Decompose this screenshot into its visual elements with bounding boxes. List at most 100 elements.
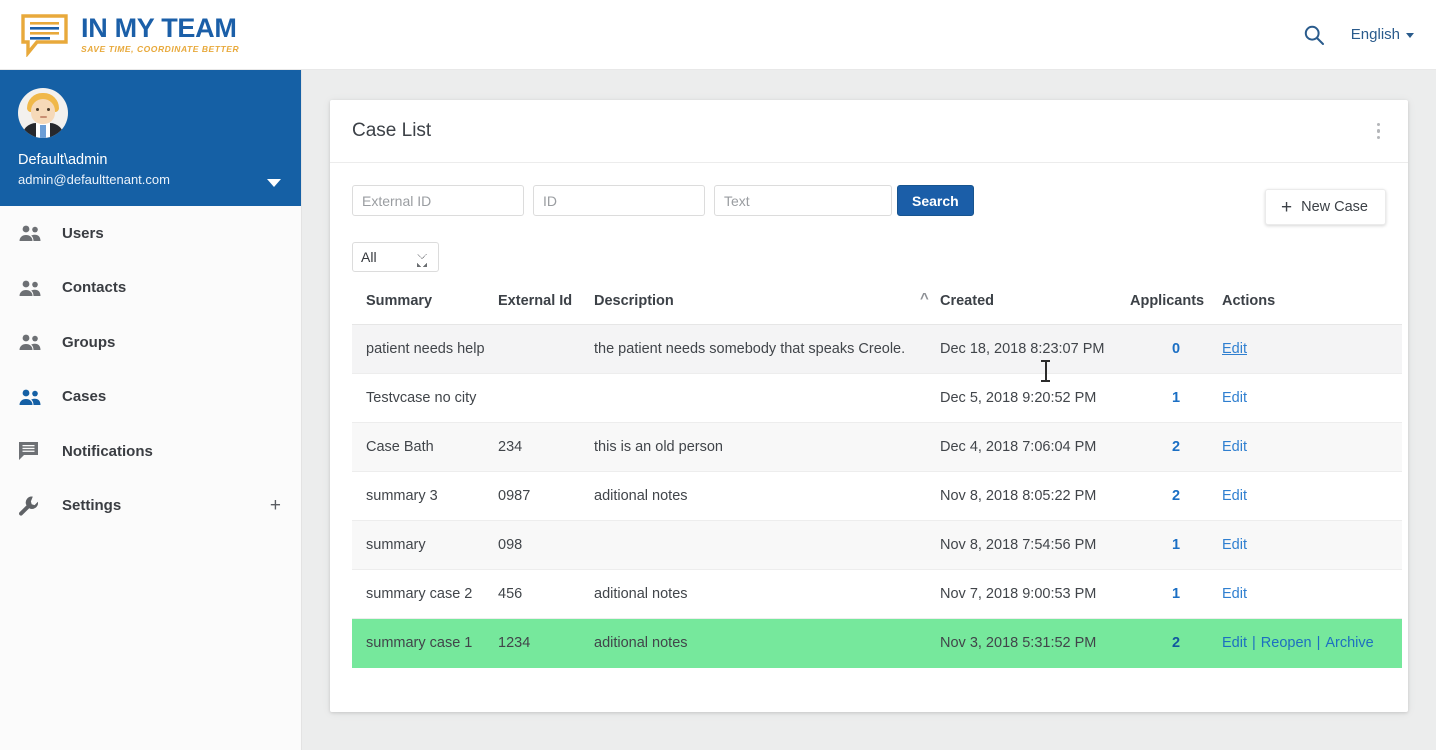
cell-created: Dec 18, 2018 8:23:07 PM <box>940 324 1130 374</box>
cell-description: aditional notes <box>594 618 940 668</box>
column-header-created[interactable]: ^ Created <box>920 290 1130 325</box>
column-header-actions: Actions <box>1222 293 1402 325</box>
cell-applicants: 1 <box>1130 520 1222 570</box>
sidebar-item-contacts[interactable]: Contacts <box>0 261 301 316</box>
search-icon[interactable] <box>1303 24 1325 46</box>
edit-link[interactable]: Edit <box>1222 537 1247 553</box>
new-case-label: New Case <box>1301 199 1368 215</box>
cell-applicants: 0 <box>1130 324 1222 374</box>
search-button[interactable]: Search <box>897 185 974 216</box>
new-case-button[interactable]: + New Case <box>1265 189 1386 225</box>
cell-summary: summary 3 <box>352 471 498 521</box>
logo-wordmark: IN MY TEAM <box>81 13 237 44</box>
case-table: Summary External Id Description ^ Create… <box>352 290 1402 668</box>
applicants-link[interactable]: 2 <box>1172 439 1180 455</box>
external-id-input[interactable] <box>352 185 524 216</box>
case-list-card: Case List Search + New Case All Summary … <box>330 100 1408 712</box>
cell-actions: Edit <box>1222 520 1402 570</box>
applicants-link[interactable]: 1 <box>1172 586 1180 602</box>
cell-summary: patient needs help <box>352 324 498 374</box>
cell-description: the patient needs somebody that speaks C… <box>594 324 940 374</box>
cell-description: this is an old person <box>594 422 940 472</box>
cell-created: Dec 5, 2018 9:20:52 PM <box>940 373 1130 423</box>
sidebar-item-label: Contacts <box>62 279 127 297</box>
applicants-link[interactable]: 1 <box>1172 537 1180 553</box>
cell-description: aditional notes <box>594 569 940 619</box>
cell-applicants: 2 <box>1130 618 1222 668</box>
user-name: Default\admin <box>18 152 108 168</box>
edit-link[interactable]: Edit <box>1222 586 1247 602</box>
text-input[interactable] <box>714 185 892 216</box>
sidebar-item-label: Cases <box>62 388 107 406</box>
page-title: Case List <box>352 120 432 141</box>
kebab-menu-icon[interactable] <box>1371 117 1387 146</box>
chevron-down-icon[interactable] <box>267 179 281 187</box>
cell-created: Dec 4, 2018 7:06:04 PM <box>940 422 1130 472</box>
logo-tagline: SAVE TIME, COORDINATE BETTER <box>81 44 240 55</box>
cell-created: Nov 7, 2018 9:00:53 PM <box>940 569 1130 619</box>
column-header-external-id[interactable]: External Id <box>498 293 594 325</box>
sidebar-item-settings[interactable]: Settings + <box>0 479 301 534</box>
table-row[interactable]: summary 3 0987 aditional notes Nov 8, 20… <box>352 471 1402 521</box>
wrench-icon <box>18 495 48 517</box>
cell-external-id <box>498 324 594 374</box>
cell-actions: Edit <box>1222 373 1402 423</box>
column-header-summary[interactable]: Summary <box>352 293 498 325</box>
cell-applicants: 1 <box>1130 373 1222 423</box>
cell-actions: Edit <box>1222 324 1402 374</box>
sidebar-item-label: Settings <box>62 497 122 515</box>
status-filter-select[interactable]: All <box>352 242 439 272</box>
cell-summary: summary <box>352 520 498 570</box>
sidebar-item-label: Notifications <box>62 442 153 460</box>
people-icon <box>18 388 48 406</box>
cell-actions: Edit <box>1222 569 1402 619</box>
language-selector[interactable]: English <box>1351 26 1414 43</box>
id-input[interactable] <box>533 185 705 216</box>
app-logo[interactable]: IN MY TEAM SAVE TIME, COORDINATE BETTER <box>20 13 240 58</box>
table-row[interactable]: summary case 2 456 aditional notes Nov 7… <box>352 569 1402 619</box>
sidebar-item-users[interactable]: Users <box>0 206 301 261</box>
cell-actions: Edit | Reopen | Archive <box>1222 618 1402 668</box>
sidebar-item-groups[interactable]: Groups <box>0 315 301 370</box>
edit-link[interactable]: Edit <box>1222 390 1247 406</box>
edit-link[interactable]: Edit <box>1222 488 1247 504</box>
cell-external-id: 456 <box>498 569 594 619</box>
table-row[interactable]: Case Bath 234 this is an old person Dec … <box>352 422 1402 472</box>
table-row[interactable]: Testvcase no city Dec 5, 2018 9:20:52 PM… <box>352 373 1402 423</box>
sidebar-item-cases[interactable]: Cases <box>0 370 301 425</box>
applicants-link[interactable]: 1 <box>1172 390 1180 406</box>
avatar <box>18 88 68 138</box>
edit-link[interactable]: Edit <box>1222 341 1247 357</box>
archive-link[interactable]: Archive <box>1325 635 1373 651</box>
applicants-link[interactable]: 0 <box>1172 341 1180 357</box>
sidebar-item-label: Users <box>62 224 104 242</box>
cell-summary: summary case 1 <box>352 618 498 668</box>
edit-link[interactable]: Edit <box>1222 439 1247 455</box>
cell-applicants: 1 <box>1130 569 1222 619</box>
filter-bar: Search + New Case <box>330 163 1408 225</box>
table-row[interactable]: patient needs help the patient needs som… <box>352 324 1402 374</box>
cell-external-id: 098 <box>498 520 594 570</box>
table-row[interactable]: summary case 1 1234 aditional notes Nov … <box>352 618 1402 668</box>
action-separator: | <box>1252 635 1256 651</box>
caret-up-icon: ^ <box>920 290 929 307</box>
column-header-description[interactable]: Description <box>594 293 940 325</box>
people-icon <box>18 279 48 297</box>
sidebar-user-panel[interactable]: Default\admin admin@defaulttenant.com <box>0 70 301 206</box>
edit-link[interactable]: Edit <box>1222 635 1247 651</box>
applicants-link[interactable]: 2 <box>1172 488 1180 504</box>
column-header-applicants[interactable]: Applicants <box>1130 293 1222 325</box>
add-setting-icon[interactable]: + <box>270 496 281 515</box>
sidebar-item-notifications[interactable]: Notifications <box>0 424 301 479</box>
chevron-down-icon <box>1406 33 1414 38</box>
cell-created: Nov 8, 2018 7:54:56 PM <box>940 520 1130 570</box>
top-header: IN MY TEAM SAVE TIME, COORDINATE BETTER … <box>0 0 1436 70</box>
applicants-link[interactable]: 2 <box>1172 635 1180 651</box>
plus-icon: + <box>1281 196 1293 218</box>
table-row[interactable]: summary 098 Nov 8, 2018 7:54:56 PM 1 Edi… <box>352 520 1402 570</box>
cell-summary: Testvcase no city <box>352 373 498 423</box>
reopen-link[interactable]: Reopen <box>1261 635 1312 651</box>
cell-external-id: 234 <box>498 422 594 472</box>
cell-actions: Edit <box>1222 471 1402 521</box>
main-content: Case List Search + New Case All Summary … <box>302 70 1436 750</box>
